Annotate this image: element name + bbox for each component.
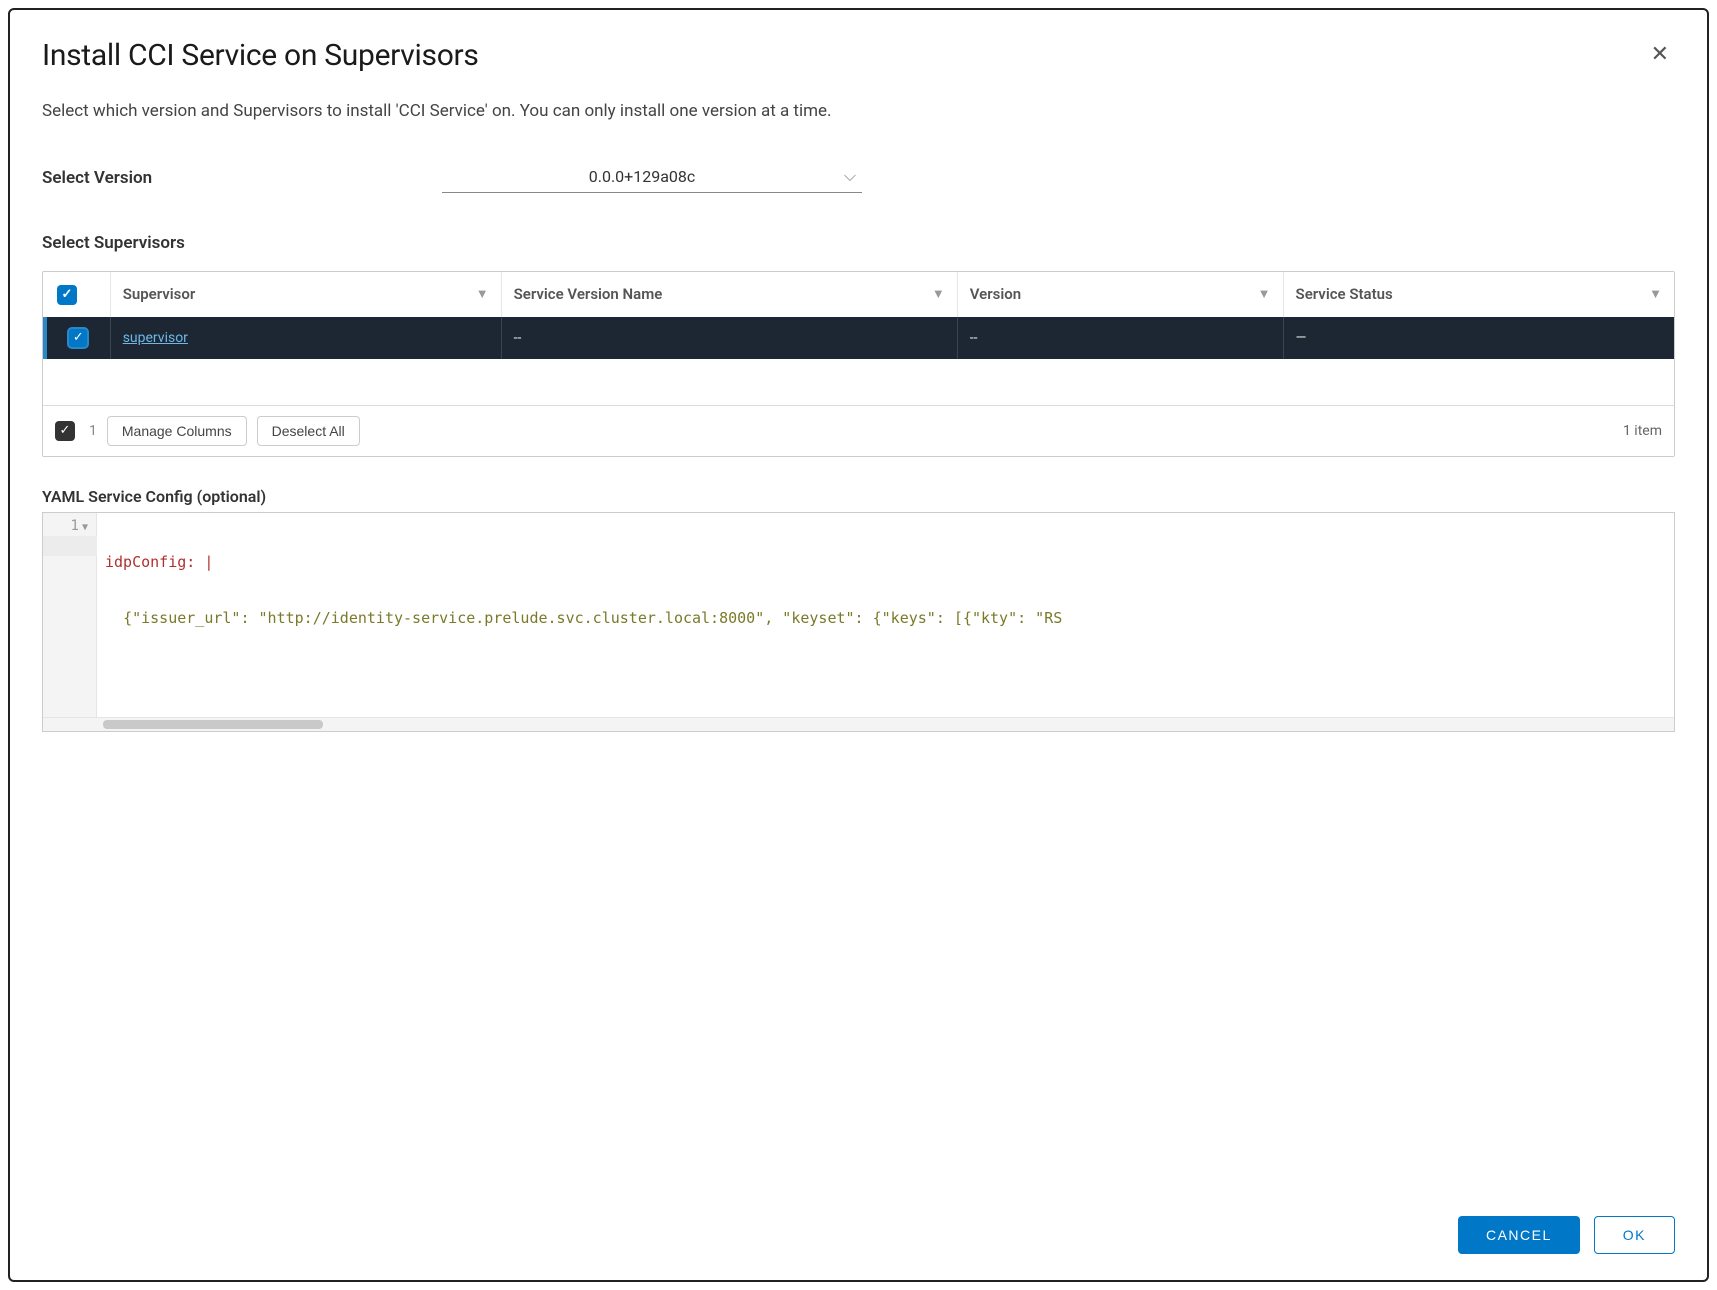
header-service-version-name[interactable]: Service Version Name ▼ [501,272,957,317]
filter-icon[interactable]: ▼ [1649,286,1662,302]
yaml-editor[interactable]: 1▼ 2 idpConfig: | {"issuer_url": "http:/… [42,512,1675,732]
gutter-active-line [43,536,97,556]
selected-count: 1 [89,423,97,439]
dialog-body: Install CCI Service on Supervisors ✕ Sel… [10,10,1707,1188]
cell-version: -- [957,317,1283,359]
yaml-config-label: YAML Service Config (optional) [42,487,1675,506]
cell-service-status: — [1283,317,1674,359]
header-status-label: Service Status [1296,285,1393,303]
version-label: Select Version [42,168,442,188]
dialog-header: Install CCI Service on Supervisors ✕ [42,38,1675,73]
dialog-footer: CANCEL OK [10,1188,1707,1280]
supervisors-grid: ✓ Supervisor ▼ Service Version Name ▼ [43,272,1674,405]
scrollbar-thumb[interactable] [103,720,323,729]
filter-icon[interactable]: ▼ [476,286,489,302]
cell-service-version-name: -- [501,317,957,359]
row-checkbox[interactable]: ✓ [67,327,89,349]
select-all-checkbox[interactable]: ✓ [57,285,77,305]
ok-button[interactable]: OK [1594,1216,1675,1254]
supervisor-link[interactable]: supervisor [123,330,188,346]
manage-columns-button[interactable]: Manage Columns [107,416,247,446]
items-count: 1 item [1623,423,1662,439]
empty-row [45,359,1674,405]
table-footer: ✓ 1 Manage Columns Deselect All 1 item [43,405,1674,456]
editor-horizontal-scrollbar[interactable] [43,717,1674,731]
supervisors-label: Select Supervisors [42,233,1675,253]
row-checkbox-cell: ✓ [45,317,110,359]
header-service-status[interactable]: Service Status ▼ [1283,272,1674,317]
dialog-subtitle: Select which version and Supervisors to … [42,101,1675,121]
header-supervisor[interactable]: Supervisor ▼ [110,272,501,317]
supervisors-table: ✓ Supervisor ▼ Service Version Name ▼ [42,271,1675,457]
version-select-value: 0.0.0+129a08c [442,163,862,193]
line-number: 1 [71,518,79,534]
install-dialog: Install CCI Service on Supervisors ✕ Sel… [8,8,1709,1282]
close-icon[interactable]: ✕ [1645,38,1675,72]
yaml-indent [105,609,123,627]
filter-icon[interactable]: ▼ [932,286,945,302]
yaml-pipe: | [195,553,213,571]
cell-supervisor: supervisor [110,317,501,359]
header-svn-label: Service Version Name [514,285,663,303]
yaml-key: idpConfig: [105,553,195,571]
header-version-label: Version [970,285,1021,303]
header-checkbox-cell: ✓ [45,272,110,317]
cancel-button[interactable]: CANCEL [1458,1216,1580,1254]
filter-icon[interactable]: ▼ [1258,286,1271,302]
header-supervisor-label: Supervisor [123,285,196,303]
dialog-title: Install CCI Service on Supervisors [42,38,479,73]
table-row[interactable]: ✓ supervisor -- -- — [45,317,1674,359]
footer-checkbox[interactable]: ✓ [55,421,75,441]
version-select[interactable]: 0.0.0+129a08c ⌵ [442,163,862,193]
version-field: Select Version 0.0.0+129a08c ⌵ [42,163,1675,193]
fold-icon[interactable]: ▼ [82,522,88,533]
yaml-string: {"issuer_url": "http://identity-service.… [123,609,1062,627]
deselect-all-button[interactable]: Deselect All [257,416,360,446]
editor-code[interactable]: idpConfig: | {"issuer_url": "http://iden… [97,513,1674,717]
header-version[interactable]: Version ▼ [957,272,1283,317]
